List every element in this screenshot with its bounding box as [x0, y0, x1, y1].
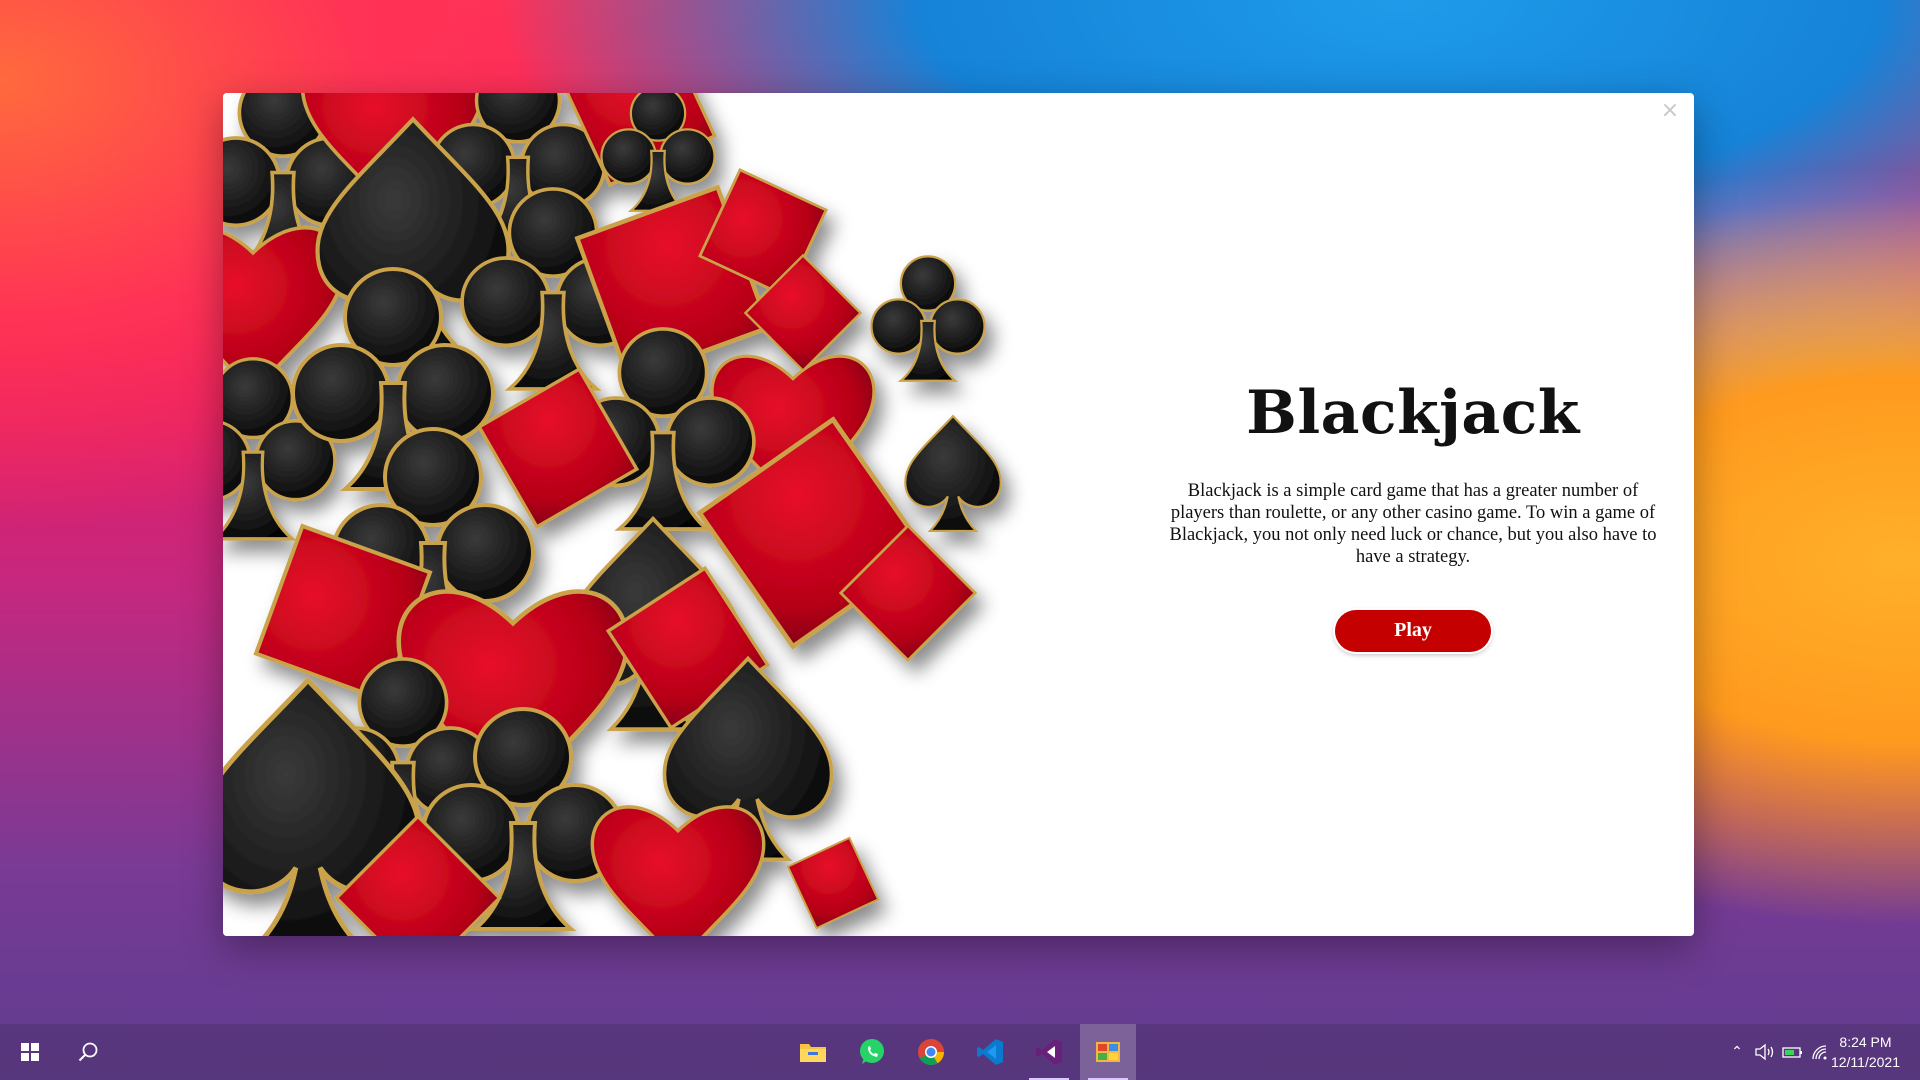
blackjack-app-icon [1096, 1042, 1120, 1062]
taskbar-app-file-explorer[interactable] [785, 1024, 841, 1080]
wifi-icon[interactable] [1810, 1043, 1832, 1061]
windows-logo-icon [21, 1043, 39, 1061]
clock-date: 12/11/2021 [1830, 1054, 1900, 1070]
play-button[interactable]: Play [1335, 609, 1491, 652]
chrome-icon [918, 1039, 945, 1066]
start-button[interactable] [2, 1024, 58, 1080]
card-suits-artwork [223, 93, 1063, 936]
blackjack-window: × Blackjack Blackjack is a simple card g… [223, 93, 1694, 936]
taskbar-app-blackjack[interactable] [1080, 1024, 1136, 1080]
battery-icon[interactable] [1782, 1043, 1804, 1061]
clock[interactable]: 8:24 PM 12/11/2021 [1831, 1024, 1900, 1080]
system-tray: ⌃ [1726, 1024, 1832, 1080]
taskbar-app-whatsapp[interactable] [844, 1024, 900, 1080]
search-button[interactable] [60, 1024, 116, 1080]
taskbar-app-chrome[interactable] [903, 1024, 959, 1080]
vscode-icon [977, 1039, 1003, 1065]
game-description: Blackjack is a simple card game that has… [1169, 480, 1657, 567]
taskbar: ⌃ 8:24 PM 12/11/2021 [0, 1024, 1920, 1080]
taskbar-app-visual-studio[interactable] [1021, 1024, 1077, 1080]
volume-icon[interactable] [1754, 1043, 1776, 1061]
intro-panel: Blackjack Blackjack is a simple card gam… [1123, 93, 1694, 936]
page-title: Blackjack [1246, 377, 1580, 448]
clock-time: 8:24 PM [1839, 1034, 1892, 1050]
chevron-up-icon[interactable]: ⌃ [1726, 1044, 1748, 1060]
visual-studio-icon [1036, 1039, 1062, 1065]
search-icon [78, 1042, 98, 1062]
taskbar-app-vscode[interactable] [962, 1024, 1018, 1080]
file-explorer-icon [800, 1044, 826, 1062]
whatsapp-icon [860, 1039, 884, 1064]
